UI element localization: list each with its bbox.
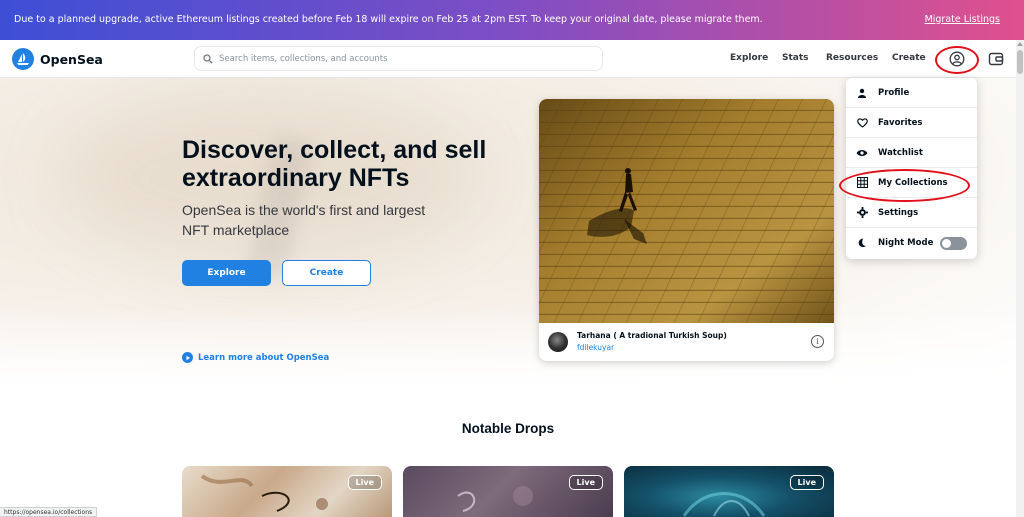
featured-nft-image <box>539 99 834 323</box>
wallet-button[interactable] <box>988 51 1004 67</box>
announcement-banner: Due to a planned upgrade, active Ethereu… <box>0 0 1024 40</box>
brand-name: OpenSea <box>40 51 103 67</box>
creator-username[interactable]: fdilekuyar <box>577 343 614 352</box>
moon-icon <box>856 237 868 249</box>
featured-nft-footer: Tarhana ( A tradional Turkish Soup) fdil… <box>539 323 834 361</box>
drop-card-1[interactable]: Live <box>182 466 392 517</box>
migrate-listings-link[interactable]: Migrate Listings <box>925 14 1000 25</box>
nav-explore[interactable]: Explore <box>730 53 768 63</box>
drop-card-1-artwork <box>200 474 328 512</box>
grid-icon <box>856 177 868 189</box>
menu-item-label: Night Mode <box>878 238 934 248</box>
scroll-thumb[interactable] <box>1017 50 1023 74</box>
live-badge: Live <box>789 475 824 490</box>
scroll-up-arrow-icon[interactable] <box>1017 42 1023 46</box>
gear-icon <box>856 207 868 219</box>
hero-title: Discover, collect, and sell extraordinar… <box>182 136 487 192</box>
person-icon <box>856 87 868 99</box>
opensea-logo[interactable]: OpenSea <box>12 48 103 70</box>
creator-avatar[interactable] <box>548 332 568 352</box>
menu-item-favorites[interactable]: Favorites <box>846 108 977 138</box>
drop-card-3[interactable]: Live <box>624 466 834 517</box>
hero-subtitle: OpenSea is the world's first and largest… <box>182 202 426 238</box>
notable-drops-title: Notable Drops <box>461 421 555 436</box>
opensea-logo-icon <box>12 48 34 70</box>
search-icon <box>203 53 213 64</box>
drop-card-2[interactable]: Live <box>403 466 613 517</box>
toggle-knob <box>942 239 951 248</box>
live-badge: Live <box>347 475 382 490</box>
search-input[interactable] <box>219 53 589 64</box>
heart-icon <box>856 117 868 129</box>
info-icon[interactable]: i <box>811 335 824 348</box>
night-mode-toggle[interactable] <box>940 237 967 250</box>
nav-stats[interactable]: Stats <box>782 53 809 63</box>
account-icon <box>949 51 965 67</box>
wallet-icon <box>988 52 1004 66</box>
page-scrollbar[interactable] <box>1016 40 1024 517</box>
explore-button[interactable]: Explore <box>182 260 271 286</box>
menu-item-night-mode: Night Mode <box>846 228 977 258</box>
eye-icon <box>856 147 868 159</box>
menu-item-label: My Collections <box>878 177 948 188</box>
top-navbar: OpenSea Explore Stats Resources Create <box>0 40 1016 78</box>
drop-card-3-artwork <box>682 492 766 517</box>
nav-resources[interactable]: Resources <box>826 53 878 63</box>
play-icon <box>182 352 193 363</box>
nft-title: Tarhana ( A tradional Turkish Soup) <box>577 331 727 340</box>
drop-card-2-artwork <box>457 486 533 512</box>
nav-create[interactable]: Create <box>892 53 926 63</box>
menu-item-label: Settings <box>878 207 919 218</box>
banner-text: Due to a planned upgrade, active Ethereu… <box>14 14 763 25</box>
featured-nft-card[interactable]: Tarhana ( A tradional Turkish Soup) fdil… <box>539 99 834 361</box>
account-dropdown-menu: Profile Favorites Watchlist My Collectio… <box>846 78 977 259</box>
menu-item-label: Watchlist <box>878 147 923 158</box>
menu-item-settings[interactable]: Settings <box>846 198 977 228</box>
learn-more-label: Learn more about OpenSea <box>198 352 330 363</box>
search-bar[interactable] <box>194 46 603 71</box>
menu-item-my-collections[interactable]: My Collections <box>846 168 977 198</box>
menu-item-profile[interactable]: Profile <box>846 78 977 108</box>
hero-fade <box>0 308 1016 388</box>
live-badge: Live <box>568 475 603 490</box>
learn-more-link[interactable]: Learn more about OpenSea <box>182 352 329 363</box>
menu-item-label: Profile <box>878 87 910 98</box>
menu-item-label: Favorites <box>878 117 923 128</box>
account-button[interactable] <box>946 48 968 70</box>
create-button[interactable]: Create <box>282 260 371 286</box>
menu-item-watchlist[interactable]: Watchlist <box>846 138 977 168</box>
status-bar-url: https://opensea.io/collections <box>0 507 98 517</box>
